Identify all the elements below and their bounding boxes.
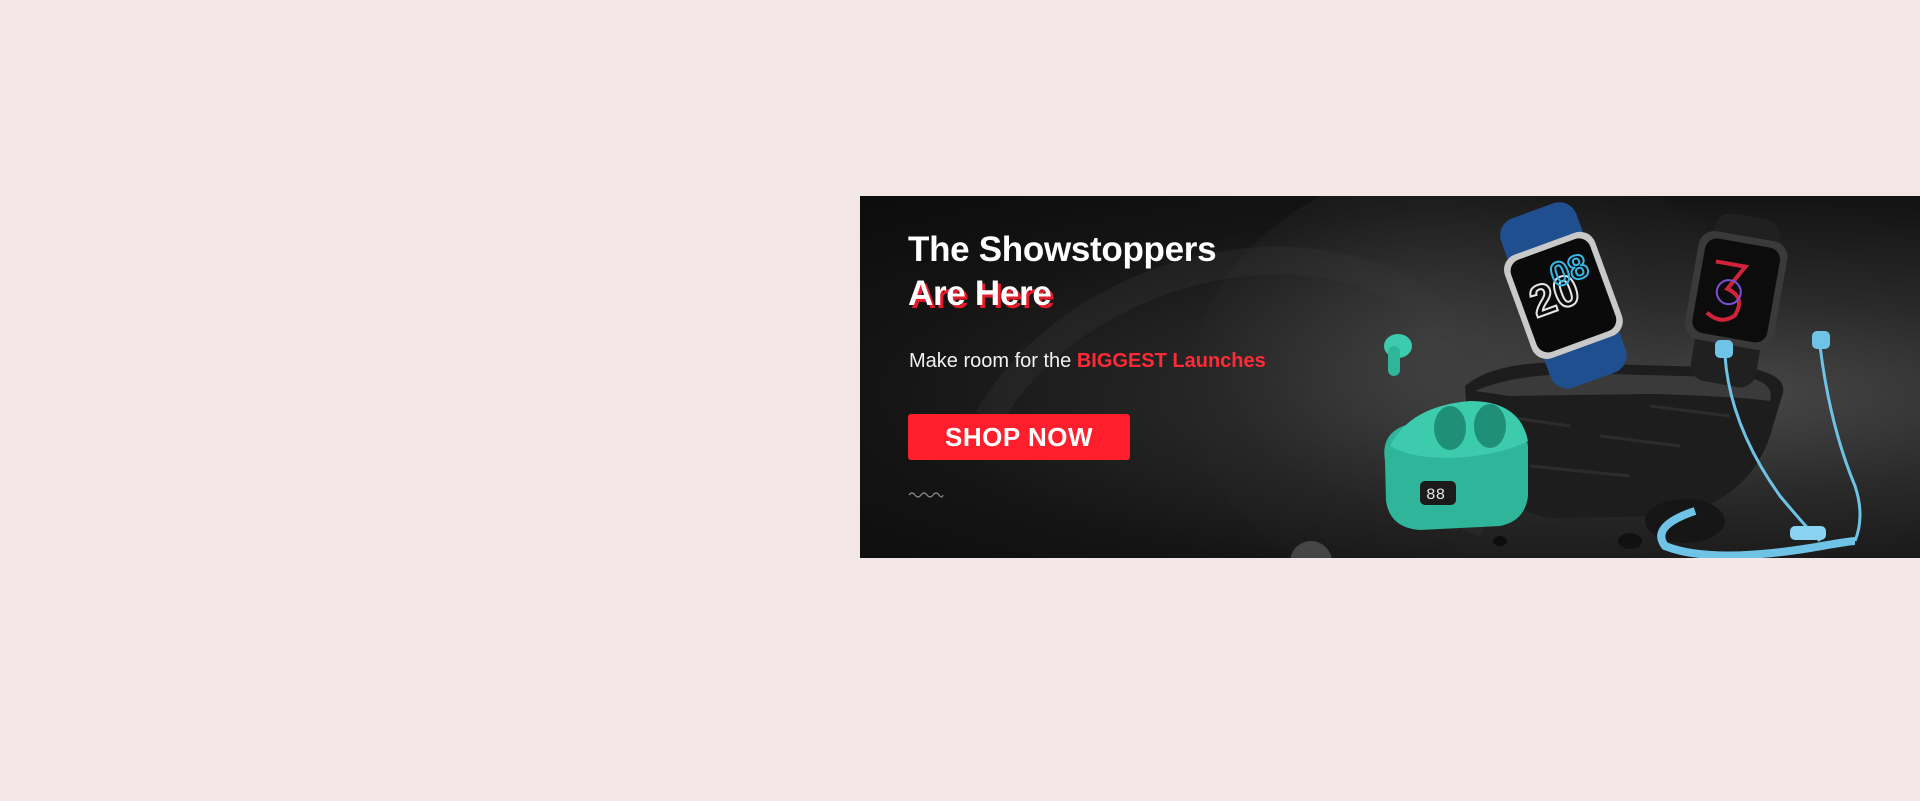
earbuds-icon: 88 xyxy=(1384,334,1528,530)
smartwatch-icon xyxy=(1684,213,1788,388)
banner-headline: The Showstoppers Are Here xyxy=(908,228,1217,316)
product-showcase: 20 08 88 xyxy=(1384,202,1862,558)
banner-subline: Make room for the BIGGEST Launches xyxy=(909,350,1266,373)
subline-prefix: Make room for the xyxy=(909,350,1077,372)
wave-icon xyxy=(908,492,944,498)
shop-now-button[interactable]: SHOP NOW xyxy=(908,414,1130,460)
headline-line-2: Are Here xyxy=(908,274,1052,313)
earbuds-case-display: 88 xyxy=(1426,486,1445,504)
promo-banner[interactable]: The Showstoppers Are Here Make room for … xyxy=(860,196,1920,558)
headline-line-1: The Showstoppers xyxy=(908,230,1217,269)
subline-highlight: BIGGEST Launches xyxy=(1076,350,1266,372)
smartwatch-icon: 20 08 xyxy=(1500,202,1627,389)
page: The Showstoppers Are Here Make room for … xyxy=(0,0,1920,801)
